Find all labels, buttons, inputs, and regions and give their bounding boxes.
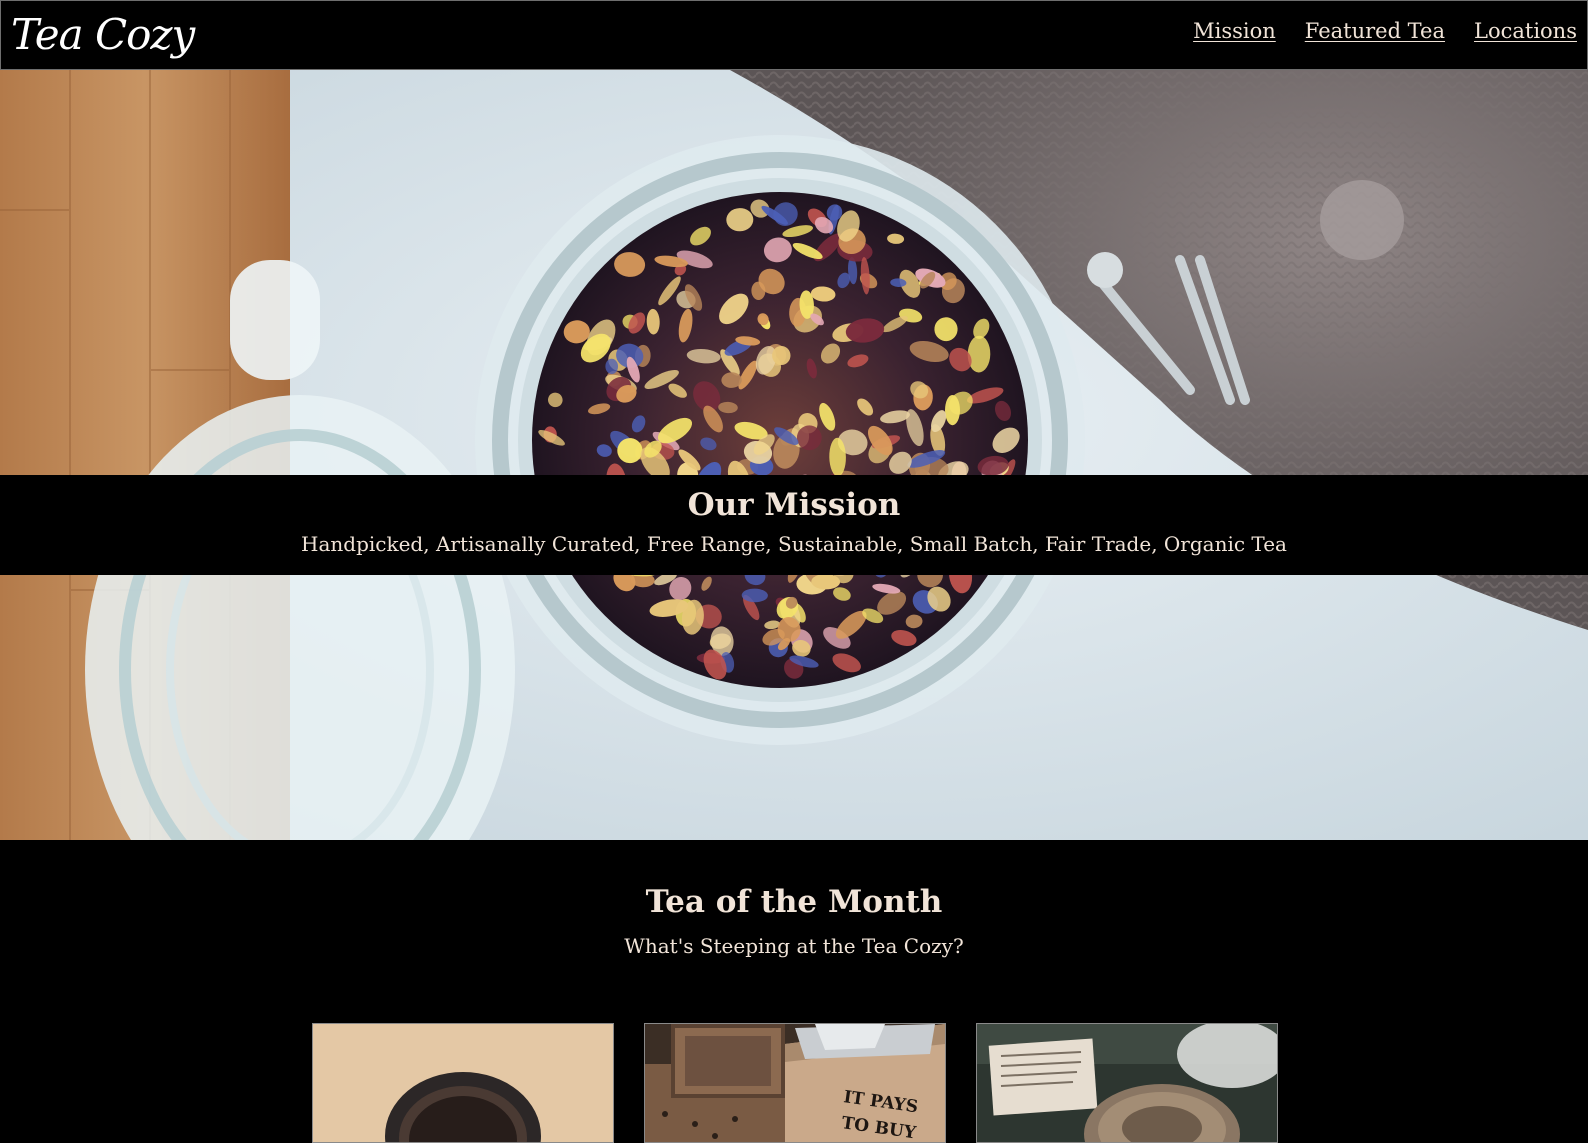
mission-title: Our Mission xyxy=(687,487,901,523)
site-header: Tea Cozy Mission Featured Tea Locations xyxy=(0,0,1588,70)
tea-of-month-section: Tea of the Month What's Steeping at the … xyxy=(0,840,1588,1143)
tea-pastry-image xyxy=(977,1024,1277,1142)
mission-subtitle: Handpicked, Artisanally Curated, Free Ra… xyxy=(301,532,1287,556)
mission-banner: Our Mission Handpicked, Artisanally Cura… xyxy=(0,475,1588,575)
nav-link-mission[interactable]: Mission xyxy=(1193,19,1276,43)
tea-of-month-title: Tea of the Month xyxy=(645,884,943,920)
tea-card-1[interactable] xyxy=(312,1023,614,1143)
tea-jar-hero-image xyxy=(0,70,1588,840)
nav-link-featured-tea[interactable]: Featured Tea xyxy=(1305,19,1445,43)
tea-card-3[interactable] xyxy=(976,1023,1278,1143)
main-nav: Mission Featured Tea Locations xyxy=(1193,19,1577,43)
tea-box-image: IT PAYS TO BUY xyxy=(645,1024,945,1142)
tea-card-2[interactable]: IT PAYS TO BUY xyxy=(644,1023,946,1143)
nav-link-locations[interactable]: Locations xyxy=(1474,19,1577,43)
tea-of-month-subtitle: What's Steeping at the Tea Cozy? xyxy=(624,934,964,958)
site-logo[interactable]: Tea Cozy xyxy=(11,6,195,64)
hero-section: Our Mission Handpicked, Artisanally Cura… xyxy=(0,70,1588,840)
tea-cup-image xyxy=(313,1024,613,1142)
